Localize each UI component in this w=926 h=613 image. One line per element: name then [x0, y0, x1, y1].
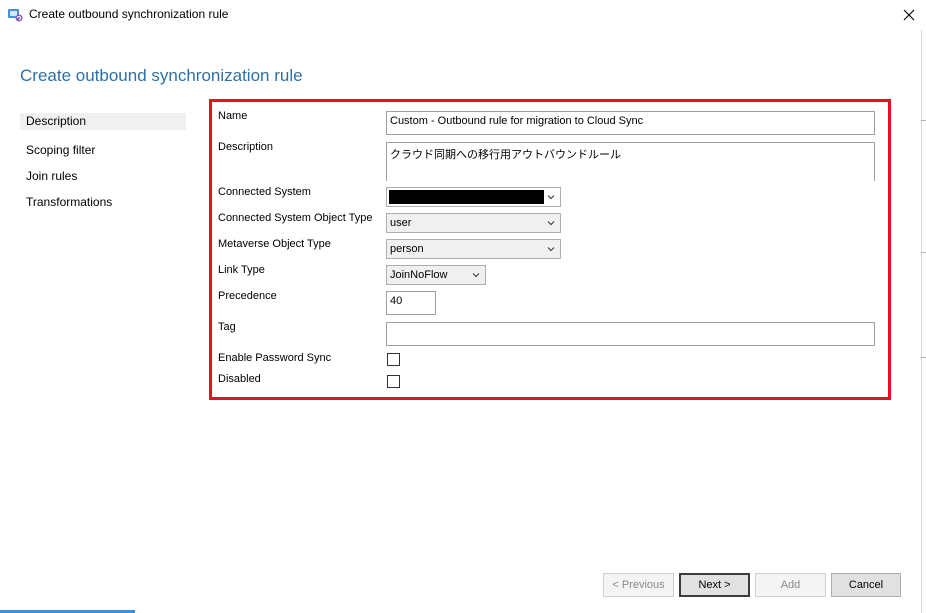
- title-bar: Create outbound synchronization rule: [0, 0, 926, 30]
- name-field[interactable]: Custom - Outbound rule for migration to …: [386, 111, 875, 135]
- edge-tick: [921, 252, 926, 253]
- metaverse-object-type-value: person: [390, 243, 424, 255]
- connected-system-object-type-label: Connected System Object Type: [218, 212, 373, 224]
- connected-system-object-type-value: user: [390, 217, 412, 229]
- cancel-button[interactable]: Cancel: [831, 573, 901, 597]
- close-button[interactable]: [895, 2, 923, 28]
- metaverse-object-type-label: Metaverse Object Type: [218, 238, 331, 250]
- link-type-label: Link Type: [218, 264, 265, 276]
- description-field[interactable]: クラウド同期への移行用アウトバウンドルール: [386, 142, 875, 181]
- nav-item-join-rules[interactable]: Join rules: [20, 165, 186, 191]
- tag-field[interactable]: [386, 322, 875, 346]
- page-title: Create outbound synchronization rule: [20, 66, 303, 85]
- chevron-down-icon: [547, 247, 555, 252]
- window-title: Create outbound synchronization rule: [29, 7, 229, 21]
- wizard-nav: Description Scoping filter Join rules Tr…: [20, 113, 186, 217]
- nav-item-transformations[interactable]: Transformations: [20, 191, 186, 217]
- disabled-label: Disabled: [218, 373, 261, 385]
- edge-tick: [921, 120, 926, 121]
- name-label: Name: [218, 110, 248, 122]
- add-button[interactable]: Add: [755, 573, 826, 597]
- connected-system-dropdown[interactable]: [386, 187, 561, 207]
- chevron-down-icon: [547, 195, 555, 200]
- enable-password-sync-checkbox[interactable]: [387, 353, 400, 366]
- next-button[interactable]: Next >: [679, 573, 750, 597]
- nav-item-scoping-filter[interactable]: Scoping filter: [20, 139, 186, 165]
- nav-item-description[interactable]: Description: [20, 113, 186, 130]
- edge-tick: [921, 357, 926, 358]
- sync-service-icon: [8, 9, 23, 22]
- connected-system-label: Connected System: [218, 186, 311, 198]
- precedence-label: Precedence: [218, 290, 277, 302]
- window-right-edge: [921, 30, 922, 613]
- metaverse-object-type-dropdown[interactable]: person: [386, 239, 561, 259]
- chevron-down-icon: [472, 273, 480, 278]
- link-type-value: JoinNoFlow: [390, 269, 448, 281]
- link-type-dropdown[interactable]: JoinNoFlow: [386, 265, 486, 285]
- chevron-down-icon: [547, 221, 555, 226]
- close-icon: [903, 9, 915, 21]
- connected-system-object-type-dropdown[interactable]: user: [386, 213, 561, 233]
- enable-password-sync-label: Enable Password Sync: [218, 352, 332, 364]
- tag-label: Tag: [218, 321, 236, 333]
- dialog-window: Create outbound synchronization rule Cre…: [0, 0, 926, 613]
- redacted-value: [389, 190, 544, 204]
- previous-button[interactable]: < Previous: [603, 573, 674, 597]
- precedence-field[interactable]: 40: [386, 291, 436, 315]
- disabled-checkbox[interactable]: [387, 375, 400, 388]
- description-label: Description: [218, 141, 274, 153]
